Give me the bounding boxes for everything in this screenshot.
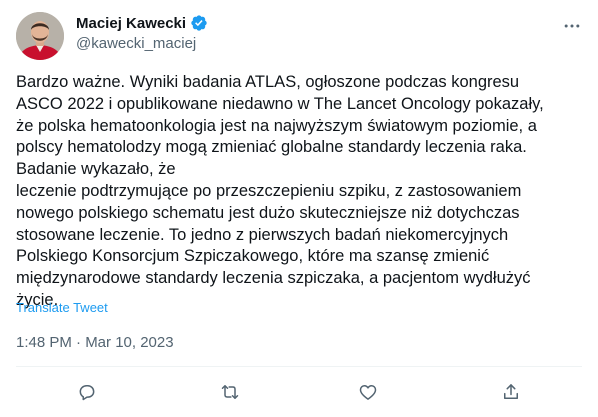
author-handle[interactable]: @kawecki_maciej bbox=[76, 35, 196, 52]
tweet-text: Bardzo ważne. Wyniki badania ATLAS, ogło… bbox=[16, 73, 544, 309]
retweet-button[interactable] bbox=[217, 379, 243, 405]
tweet-actions-bar bbox=[0, 367, 598, 417]
retweet-icon bbox=[221, 385, 239, 399]
share-button[interactable] bbox=[498, 379, 524, 405]
more-options-button[interactable] bbox=[560, 14, 584, 38]
avatar-image bbox=[16, 12, 64, 60]
more-dots-icon bbox=[564, 24, 580, 28]
share-icon bbox=[504, 384, 518, 399]
like-button[interactable] bbox=[355, 379, 381, 405]
translate-tweet-link[interactable]: Translate Tweet bbox=[16, 300, 108, 315]
reply-icon bbox=[79, 385, 95, 401]
author-name-row[interactable]: Maciej Kawecki bbox=[76, 14, 208, 32]
reply-button[interactable] bbox=[74, 379, 100, 405]
like-icon bbox=[359, 385, 377, 400]
verified-badge-icon bbox=[191, 15, 207, 31]
author-name[interactable]: Maciej Kawecki bbox=[76, 15, 186, 32]
avatar[interactable] bbox=[16, 12, 64, 60]
tweet-timestamp[interactable]: 1:48 PM · Mar 10, 2023 bbox=[16, 334, 174, 351]
